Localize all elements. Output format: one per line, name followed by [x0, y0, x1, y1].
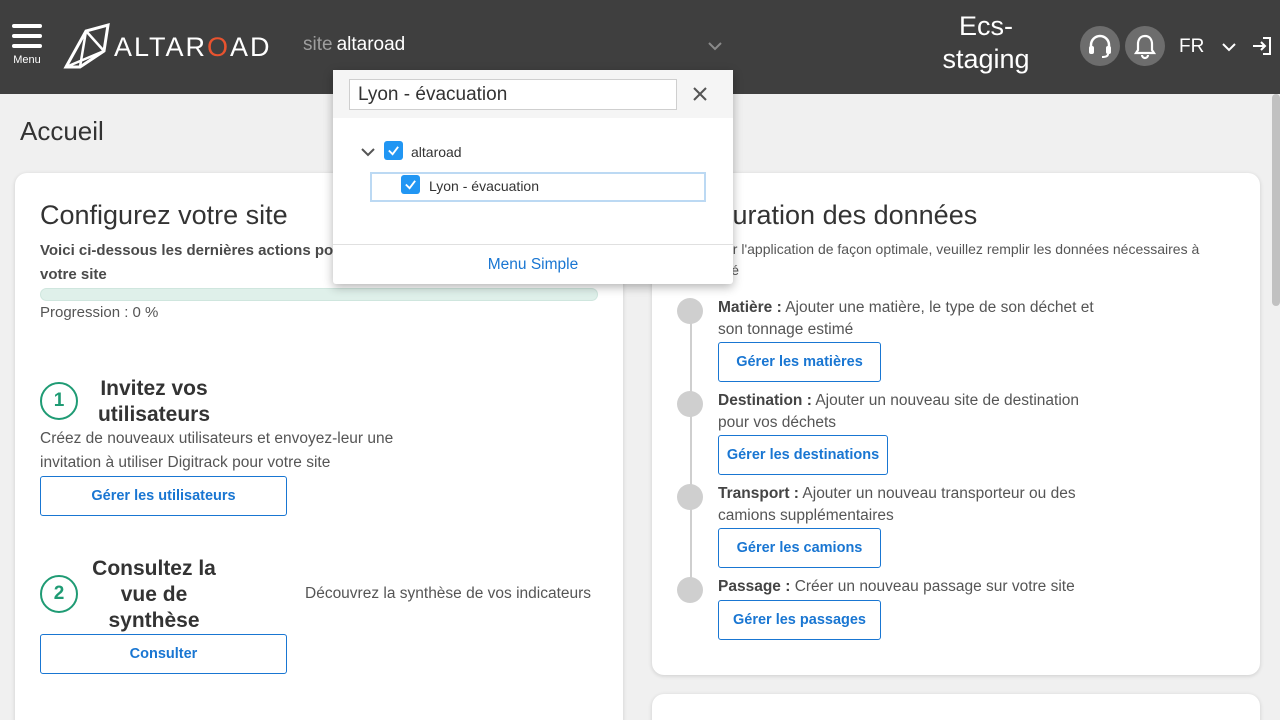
material-item-text-line2: son tonnage estimé [718, 321, 854, 338]
manage-passages-button[interactable]: Gérer les passages [718, 600, 881, 640]
data-configuration-subtitle-line2: ilité [718, 260, 1238, 281]
step-2-title: Consultez la vue de synthèse [89, 556, 219, 634]
support-button[interactable] [1080, 26, 1120, 66]
configure-site-subtitle-line1: Voici ci-dessous les dernières actions p… [40, 242, 334, 259]
site-selector-prefix: site [303, 34, 333, 55]
manage-destinations-button[interactable]: Gérer les destinations [718, 435, 888, 475]
step-1-description: Créez de nouveaux utilisateurs et envoye… [40, 427, 393, 475]
transport-item-text-line2: camions supplémentaires [718, 507, 894, 524]
transport-item-text: Transport : Ajouter un nouveau transport… [718, 483, 1118, 527]
page-title: Accueil [20, 116, 104, 146]
hamburger-icon-bar [12, 34, 42, 38]
site-selector[interactable]: site altaroad [303, 34, 723, 62]
step-1-description-line1: Créez de nouveaux utilisateurs et envoye… [40, 430, 394, 447]
destination-item-text-line1: Ajouter un nouveau site de destination [815, 392, 1080, 409]
data-configuration-subtitle: ser l'application de façon optimale, veu… [718, 239, 1238, 281]
transport-item-text-line1: Ajouter un nouveau transporteur ou des [802, 485, 1076, 502]
site-dropdown-header [333, 70, 733, 118]
site-child-label[interactable]: Lyon - évacuation [429, 178, 539, 194]
site-selector-value: altaroad [336, 34, 406, 55]
step-2-number: 2 [40, 575, 78, 613]
passage-item-label: Passage : [718, 578, 791, 595]
logo-text-prefix: ALTAR [114, 31, 208, 62]
configure-site-title: Configurez votre site [40, 200, 288, 230]
logo-text-suffix: AD [230, 31, 272, 62]
data-configuration-subtitle-line1: ser l'application de façon optimale, veu… [718, 241, 1200, 257]
progress-bar [40, 288, 598, 301]
site-dropdown-footer: Menu Simple [333, 244, 733, 284]
consult-button[interactable]: Consulter [40, 634, 287, 674]
notifications-button[interactable] [1125, 26, 1165, 66]
chevron-down-icon[interactable] [360, 146, 376, 158]
destination-item-label: Destination : [718, 392, 812, 409]
progress-text: Progression : 0 % [40, 304, 159, 321]
manage-users-button[interactable]: Gérer les utilisateurs [40, 476, 287, 516]
step-2-title-line1: Consultez la [92, 557, 216, 580]
environment-name: Ecs- staging [930, 10, 1042, 76]
timeline-dot [677, 298, 703, 324]
timeline-dot [677, 484, 703, 510]
data-configuration-title: figuration des données [704, 200, 978, 230]
timeline-line [690, 312, 692, 590]
step-2-title-line2: vue de [120, 583, 188, 606]
bell-icon [1133, 34, 1157, 60]
logo-text: ALTAROAD [114, 32, 272, 63]
menu-label: Menu [13, 54, 41, 66]
environment-name-line2: staging [942, 44, 1030, 74]
step-2-description: Découvrez la synthèse de vos indicateurs [305, 585, 592, 602]
site-search-input[interactable] [349, 79, 677, 110]
logo-text-o: O [207, 31, 231, 62]
destination-item-text-line2: pour vos déchets [718, 414, 837, 431]
configure-site-subtitle-line2: votre site [40, 266, 107, 283]
passage-item-text: Passage : Créer un nouveau passage sur v… [718, 576, 1118, 598]
site-root-checkbox[interactable] [384, 141, 403, 160]
environment-name-line1: Ecs- [959, 11, 1013, 41]
step-1-number: 1 [40, 382, 78, 420]
transport-item-label: Transport : [718, 485, 799, 502]
chevron-down-icon[interactable] [707, 40, 723, 52]
material-item-text: Matière : Ajouter une matière, le type d… [718, 297, 1118, 341]
site-dropdown-panel: altaroad Lyon - évacuation Menu Simple [333, 70, 733, 284]
language-selector[interactable]: FR [1179, 36, 1204, 58]
timeline-dot [677, 391, 703, 417]
altaroad-logo-mark-icon [63, 22, 110, 69]
material-item-text-line1: Ajouter une matière, le type de son déch… [785, 299, 1094, 316]
material-item-label: Matière : [718, 299, 782, 316]
hamburger-icon [12, 24, 42, 28]
timeline-dot [677, 577, 703, 603]
secondary-card [652, 694, 1260, 720]
configure-site-subtitle: Voici ci-dessous les dernières actions p… [40, 239, 333, 287]
passage-item-text-line1: Créer un nouveau passage sur votre site [794, 578, 1075, 595]
step-2-title-line3: synthèse [108, 609, 200, 632]
check-icon [405, 180, 416, 190]
step-1-title: Invitez vos utilisateurs [89, 376, 219, 428]
altaroad-logo[interactable]: ALTAROAD [60, 20, 272, 74]
step-1-description-line2: invitation à utiliser Digitrack pour vot… [40, 454, 331, 471]
check-icon [388, 146, 399, 156]
menu-button[interactable]: Menu [10, 24, 44, 70]
headset-icon [1089, 34, 1111, 58]
chevron-down-icon[interactable] [1221, 40, 1237, 54]
page-scrollbar[interactable] [1272, 94, 1280, 306]
simple-menu-link[interactable]: Menu Simple [333, 256, 733, 274]
manage-materials-button[interactable]: Gérer les matières [718, 342, 881, 382]
destination-item-text: Destination : Ajouter un nouveau site de… [718, 390, 1118, 434]
manage-trucks-button[interactable]: Gérer les camions [718, 528, 881, 568]
site-child-checkbox[interactable] [401, 175, 420, 194]
site-root-label[interactable]: altaroad [411, 144, 462, 160]
step-1-title-line1: Invitez vos [100, 377, 208, 400]
close-icon[interactable] [691, 85, 709, 103]
hamburger-icon-bar [12, 44, 42, 48]
step-1-title-line2: utilisateurs [97, 403, 211, 426]
logout-icon[interactable] [1252, 36, 1272, 56]
